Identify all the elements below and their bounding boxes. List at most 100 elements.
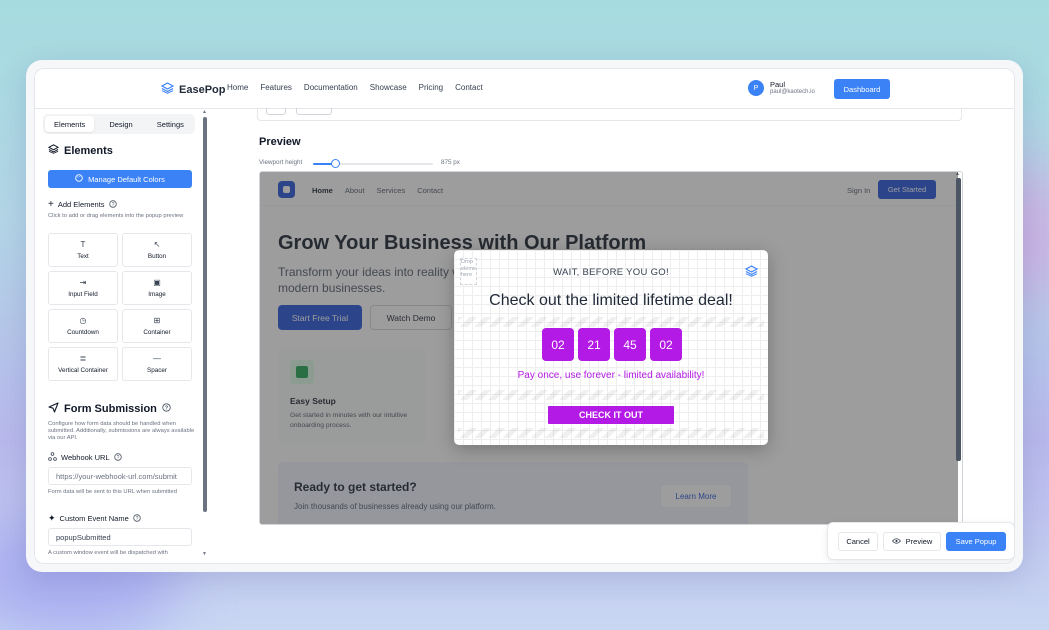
tab-elements[interactable]: Elements bbox=[45, 116, 95, 132]
add-elements-heading: + Add Elements ? bbox=[48, 199, 117, 210]
manage-default-colors-button[interactable]: Manage Default Colors bbox=[48, 170, 192, 188]
cursor-icon: ↖ bbox=[153, 239, 161, 249]
element-label: Spacer bbox=[147, 366, 167, 374]
element-label: Vertical Container bbox=[58, 366, 108, 374]
elements-grid: T Text ↖ Button ⇥ Input Field ▣ Image ◷ Count… bbox=[48, 233, 193, 381]
element-image[interactable]: ▣ Image bbox=[122, 271, 192, 305]
help-icon[interactable]: ? bbox=[113, 452, 122, 463]
svg-text:?: ? bbox=[111, 201, 114, 207]
add-elements-description: Click to add or drag elements into the p… bbox=[48, 213, 184, 219]
element-countdown[interactable]: ◷ Countdown bbox=[48, 309, 118, 343]
viewport-height-slider[interactable] bbox=[313, 159, 433, 168]
scroll-up-icon[interactable]: ▲ bbox=[202, 109, 207, 115]
svg-text:?: ? bbox=[165, 406, 169, 412]
svg-text:?: ? bbox=[116, 454, 119, 460]
element-label: Countdown bbox=[67, 328, 99, 336]
form-submission-heading: Form Submission ? bbox=[48, 402, 171, 416]
scroll-up-icon[interactable]: ▲ bbox=[955, 172, 960, 177]
preview-button[interactable]: Preview bbox=[883, 532, 941, 551]
element-text[interactable]: T Text bbox=[48, 233, 118, 267]
sidebar-tabs: Elements Design Settings bbox=[43, 114, 195, 134]
preview-title: Preview bbox=[259, 136, 301, 148]
element-vertical-container[interactable]: ≣ Vertical Container bbox=[48, 347, 118, 381]
save-popup-button[interactable]: Save Popup bbox=[946, 532, 1006, 551]
element-label: Container bbox=[143, 328, 171, 336]
spacer-icon: — bbox=[153, 353, 161, 363]
nav-link-home[interactable]: Home bbox=[227, 83, 248, 92]
svg-text:?: ? bbox=[135, 515, 138, 521]
help-icon[interactable]: ? bbox=[162, 403, 171, 415]
user-name: Paul bbox=[770, 79, 786, 89]
popup-tagline[interactable]: Pay once, use forever - limited availabi… bbox=[454, 370, 768, 381]
slider-thumb[interactable] bbox=[330, 159, 340, 168]
nav-link-pricing[interactable]: Pricing bbox=[419, 83, 443, 92]
custom-event-input[interactable]: popupSubmitted bbox=[48, 528, 192, 546]
preview-button-label: Preview bbox=[905, 537, 933, 546]
settings-panel-edge bbox=[257, 108, 962, 121]
countdown-minutes: 45 bbox=[614, 328, 646, 361]
help-icon[interactable]: ? bbox=[108, 199, 117, 210]
countdown[interactable]: 02 21 45 02 bbox=[542, 328, 682, 361]
nav-link-documentation[interactable]: Documentation bbox=[304, 83, 358, 92]
input-icon: ⇥ bbox=[79, 277, 87, 287]
tab-design[interactable]: Design bbox=[96, 114, 145, 134]
user-menu[interactable]: P Paul paul@kaotech.io bbox=[748, 80, 815, 96]
collapsed-control[interactable] bbox=[296, 108, 332, 115]
custom-event-help-text: A custom window event will be dispatched… bbox=[48, 550, 168, 556]
vertical-container-icon: ≣ bbox=[79, 353, 87, 363]
dashboard-button[interactable]: Dashboard bbox=[834, 79, 890, 99]
popup-cta-button[interactable]: CHECK IT OUT bbox=[548, 406, 674, 424]
help-icon[interactable]: ? bbox=[133, 513, 141, 524]
action-bar: Cancel Preview Save Popup bbox=[827, 522, 1014, 560]
webhook-label: Webhook URL bbox=[61, 453, 110, 462]
webhook-icon bbox=[48, 452, 57, 463]
brand-logo[interactable]: EasePop bbox=[160, 81, 226, 99]
element-label: Button bbox=[147, 252, 167, 260]
nav-link-showcase[interactable]: Showcase bbox=[370, 83, 407, 92]
sidebar: Elements Design Settings ▲ ▼ Elements Ma… bbox=[35, 109, 211, 563]
app-frame: EasePop Home Features Documentation Show… bbox=[34, 68, 1015, 564]
palette-icon bbox=[75, 174, 83, 184]
webhook-url-input[interactable]: https://your-webhook-url.com/submit bbox=[48, 467, 192, 485]
nav-link-contact[interactable]: Contact bbox=[455, 83, 483, 92]
element-container[interactable]: ⊞ Container bbox=[122, 309, 192, 343]
viewport-height-value: 875 px bbox=[441, 159, 460, 166]
layers-icon bbox=[160, 81, 175, 99]
element-button[interactable]: ↖ Button bbox=[122, 233, 192, 267]
element-label: Text bbox=[77, 252, 89, 260]
form-submission-title: Form Submission bbox=[64, 403, 157, 415]
element-spacer[interactable]: — Spacer bbox=[122, 347, 192, 381]
collapsed-control[interactable] bbox=[266, 108, 286, 115]
form-submission-description: Configure how form data should be handle… bbox=[48, 421, 195, 441]
nav-link-features[interactable]: Features bbox=[260, 83, 292, 92]
container-icon: ⊞ bbox=[153, 315, 161, 325]
webhook-heading: Webhook URL ? bbox=[48, 452, 122, 463]
spacer-stripe bbox=[458, 317, 764, 327]
tab-settings[interactable]: Settings bbox=[146, 114, 195, 134]
countdown-days: 02 bbox=[542, 328, 574, 361]
add-elements-title: Add Elements bbox=[57, 200, 105, 209]
top-nav: EasePop Home Features Documentation Show… bbox=[35, 69, 1014, 109]
popup-title[interactable]: Check out the limited lifetime deal! bbox=[454, 292, 768, 310]
main-nav: Home Features Documentation Showcase Pri… bbox=[227, 83, 483, 92]
scroll-down-icon[interactable]: ▼ bbox=[202, 551, 207, 557]
custom-event-heading: ✦ Custom Event Name ? bbox=[48, 513, 141, 524]
cancel-button[interactable]: Cancel bbox=[838, 532, 878, 551]
sidebar-scrollbar[interactable] bbox=[203, 117, 207, 512]
element-input-field[interactable]: ⇥ Input Field bbox=[48, 271, 118, 305]
brand-name: EasePop bbox=[179, 84, 226, 96]
spacer-stripe bbox=[458, 390, 764, 400]
spacer-stripe bbox=[458, 428, 764, 438]
manage-default-colors-label: Manage Default Colors bbox=[88, 174, 165, 184]
element-label: Input Field bbox=[68, 290, 98, 298]
webhook-help-text: Form data will be sent to this URL when … bbox=[48, 489, 177, 495]
image-icon: ▣ bbox=[153, 277, 161, 287]
app-window: EasePop Home Features Documentation Show… bbox=[26, 60, 1023, 572]
viewport-height-label: Viewport height bbox=[259, 159, 303, 166]
custom-event-label: Custom Event Name bbox=[59, 514, 129, 523]
popup-preview[interactable]: Drop elements here WAIT, BEFORE YOU GO! … bbox=[454, 250, 768, 445]
preview-scrollbar[interactable] bbox=[956, 178, 961, 461]
layers-icon bbox=[744, 264, 759, 282]
sparkle-icon: ✦ bbox=[48, 513, 56, 523]
popup-subtitle[interactable]: WAIT, BEFORE YOU GO! bbox=[454, 267, 768, 278]
